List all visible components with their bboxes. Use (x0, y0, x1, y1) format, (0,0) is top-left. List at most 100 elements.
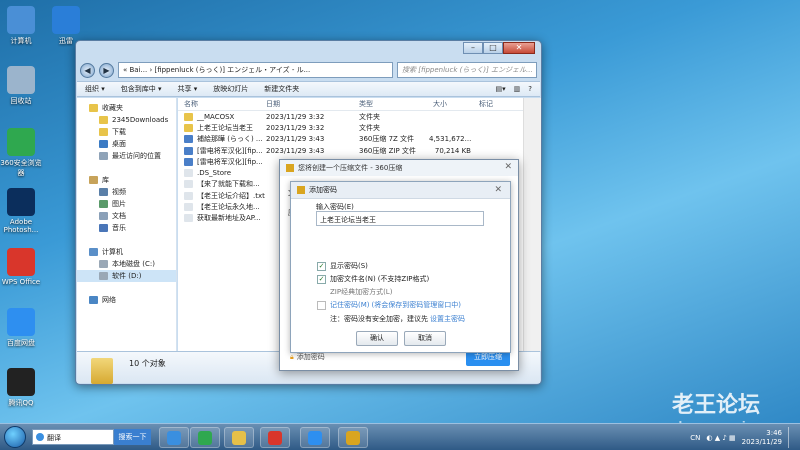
file-name: [雷电将军汉化][fip... (197, 146, 263, 155)
explorer-search-input[interactable]: 搜索 [fippenluck (らっく)] エンジェル... (397, 62, 537, 78)
sidebar-item[interactable]: 库 (77, 174, 176, 186)
zip-classic-option[interactable]: ZIP经典加密方式(L) (330, 287, 392, 297)
show-desktop-button[interactable] (788, 427, 796, 448)
minimize-button[interactable]: – (463, 42, 483, 54)
sidebar-item[interactable]: 2345Downloads (77, 114, 176, 126)
show-password-checkbox[interactable]: ✓ 显示密码(S) (317, 261, 368, 271)
col-date[interactable]: 日期 (266, 99, 359, 109)
desktop-shortcut-label: 360安全浏览器 (0, 159, 42, 177)
file-type: 360压缩 ZIP 文件 (359, 146, 416, 155)
toolbar-item[interactable]: 共享 ▾ (178, 84, 198, 94)
sidebar-item[interactable]: 下载 (77, 126, 176, 138)
desktop-shortcut[interactable]: Adobe Photosh... (0, 188, 45, 234)
col-type[interactable]: 类型 (359, 99, 429, 109)
help-icon[interactable]: ? (528, 85, 532, 93)
col-name[interactable]: 名称 (178, 99, 266, 109)
sidebar-item[interactable]: 音乐 (77, 222, 176, 234)
qq-icon (7, 368, 35, 396)
password-dialog-titlebar[interactable]: 添加密码 (291, 182, 510, 199)
toolbar-item[interactable]: 组织 ▾ (85, 84, 105, 94)
file-size: 70,214 KB (434, 146, 471, 155)
desktop-shortcut[interactable]: WPS Office (0, 248, 45, 286)
col-tag[interactable]: 标记 (475, 99, 523, 109)
taskbar-app-button[interactable] (224, 427, 254, 448)
password-input[interactable]: 上老王论坛当老王 (316, 211, 484, 226)
file-name-cell: .DS_Store (178, 169, 266, 178)
ok-button[interactable]: 确认 (356, 331, 398, 346)
folder-thumbnail-icon (91, 358, 113, 384)
sidebar-item[interactable]: 计算机 (77, 246, 176, 258)
input-language[interactable]: CN (690, 434, 700, 442)
vertical-scrollbar[interactable] (523, 98, 541, 351)
close-button[interactable]: ✕ (503, 42, 535, 54)
taskbar-app-button[interactable] (159, 427, 189, 448)
col-size[interactable]: 大小 (429, 99, 475, 109)
recycle-bin-icon (7, 66, 35, 94)
taskbar-search-button[interactable]: 搜索一下 (114, 429, 151, 445)
folder-icon (99, 188, 108, 196)
wps-icon (268, 430, 282, 445)
maximize-button[interactable]: □ (483, 42, 503, 54)
desktop-shortcut[interactable]: 百度网盘 (0, 308, 45, 348)
start-button[interactable] (4, 426, 26, 448)
file-explorer-icon (232, 430, 246, 445)
sidebar-item-label: 软件 (D:) (112, 272, 142, 280)
sidebar-item[interactable]: 图片 (77, 198, 176, 210)
clock[interactable]: 3:46 2023/11/29 (742, 429, 782, 447)
taskbar-app-button[interactable] (190, 427, 220, 448)
desktop-shortcut[interactable]: 回收站 (0, 66, 45, 106)
compress-dialog-titlebar[interactable]: 您将创建一个压缩文件 - 360压缩 (280, 160, 518, 176)
desktop-shortcut[interactable]: 腾讯QQ (0, 368, 45, 408)
folder-icon (89, 176, 98, 184)
file-row[interactable]: __MACOSX 2023/11/29 3:32 文件夹 (178, 111, 523, 122)
sidebar-item[interactable]: 文档 (77, 210, 176, 222)
checkbox-checked-icon: ✓ (317, 261, 326, 271)
file-row[interactable]: 上老王论坛当老王 2023/11/29 3:32 文件夹 (178, 122, 523, 133)
remember-password-label: 记住密码(M) (330, 301, 370, 309)
toolbar-item[interactable]: 放映幻灯片 (213, 84, 248, 94)
desktop-shortcut[interactable]: 360安全浏览器 (0, 128, 45, 178)
address-bar[interactable]: « Bai... › [fippenluck (らっく)] エンジェル・アイズ … (118, 62, 393, 78)
taskbar-app-button[interactable] (300, 427, 330, 448)
sidebar-item[interactable]: 桌面 (77, 138, 176, 150)
desktop-shortcut[interactable]: 计算机 (0, 6, 45, 46)
file-date: 2023/11/29 3:32 (266, 112, 325, 121)
set-master-password-link[interactable]: 设置主密码 (430, 314, 465, 324)
file-icon (184, 135, 193, 144)
cancel-button[interactable]: 取消 (404, 331, 446, 346)
file-row[interactable]: 補絵那曄 (らっく) ... 2023/11/29 3:43 360压缩 7Z 文件… (178, 134, 523, 145)
sidebar-item[interactable]: 网络 (77, 294, 176, 306)
compress-dialog-close-icon[interactable]: ✕ (504, 162, 512, 172)
toolbar-item[interactable]: 新建文件夹 (264, 84, 299, 94)
sidebar-item[interactable]: 软件 (D:) (77, 270, 176, 282)
file-name: 【老王论坛介绍】.txt (197, 191, 265, 200)
file-row[interactable]: [雷电将军汉化][fip... 2023/11/29 3:43 360压缩 ZIP … (178, 145, 523, 156)
folder-icon (89, 296, 98, 304)
sidebar-item-label: 视频 (112, 188, 126, 196)
back-button[interactable]: ◀ (80, 62, 95, 78)
desktop-shortcut-label: 计算机 (10, 37, 32, 45)
sidebar-item[interactable]: 收藏夹 (77, 102, 176, 114)
forward-button[interactable]: ▶ (99, 62, 114, 78)
sidebar-item (77, 162, 176, 174)
toolbar-item[interactable]: 包含到库中 ▾ (121, 84, 162, 94)
sidebar-item[interactable]: 本地磁盘 (C:) (77, 258, 176, 270)
folder-icon (99, 212, 108, 220)
taskbar-search-input[interactable]: 翻译 (32, 429, 114, 445)
encrypt-link[interactable]: 🔒︎ 添加密码 (290, 352, 325, 362)
sidebar-item (77, 234, 176, 246)
encrypt-filenames-checkbox[interactable]: ✓ 加密文件名(N) (不支持ZIP格式) (317, 274, 429, 284)
sidebar-item (77, 282, 176, 294)
remember-password-checkbox[interactable]: 记住密码(M) (将会保存到密码管理窗口中) (317, 300, 461, 310)
sidebar-item[interactable]: 视频 (77, 186, 176, 198)
file-name: 上老王论坛当老王 (197, 123, 253, 132)
taskbar-app-button[interactable] (260, 427, 290, 448)
explorer-titlebar[interactable]: – □ ✕ (76, 41, 541, 61)
view-options-icon[interactable]: ▤▾ (496, 85, 506, 93)
photoshop-icon (7, 188, 35, 216)
tray-icons[interactable]: ◐ ▲ ♪ ▦ (706, 434, 735, 442)
preview-pane-icon[interactable]: ▥ (514, 85, 521, 93)
password-dialog-close-icon[interactable]: ✕ (494, 185, 502, 195)
sidebar-item[interactable]: 最近访问的位置 (77, 150, 176, 162)
taskbar-app-button[interactable] (338, 427, 368, 448)
